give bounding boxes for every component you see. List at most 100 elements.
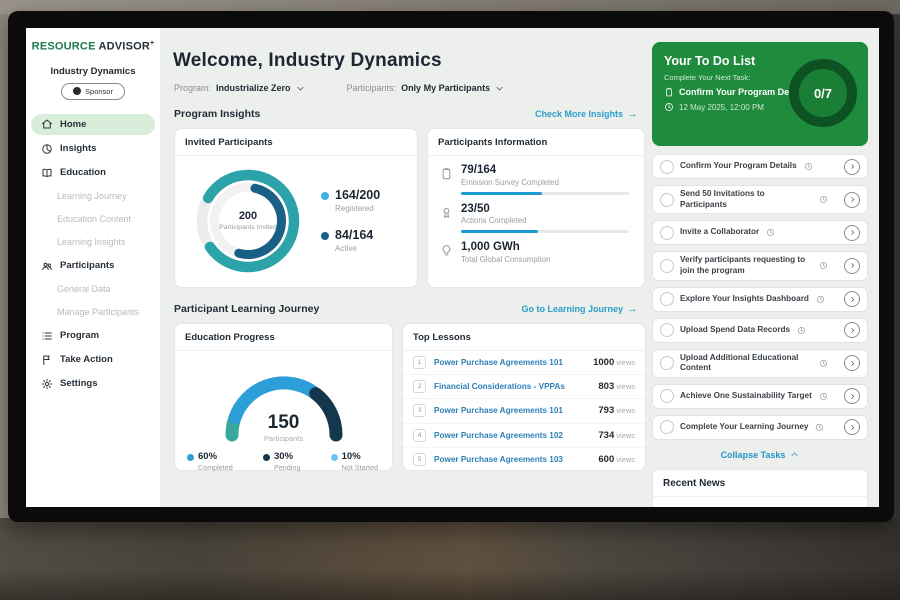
collapse-tasks-label: Collapse Tasks <box>721 450 786 460</box>
recent-news-title: Recent News <box>653 470 867 497</box>
education-legend-item: 10% Not Started <box>331 452 378 472</box>
dashboard-screen: RESOURCE ADVISOR+ Industry Dynamics Spon… <box>26 28 879 507</box>
sidebar-item-program[interactable]: Program <box>26 324 160 348</box>
legend-label: Not Started <box>342 463 378 472</box>
participants-filter-value: Only My Participants <box>401 83 490 93</box>
todo-item[interactable]: Complete Your Learning Journey <box>652 415 868 440</box>
todo-checkbox[interactable] <box>660 193 674 207</box>
lesson-row[interactable]: 5 Power Purchase Agreements 103 600views <box>403 448 645 471</box>
todo-go-button[interactable] <box>844 192 860 208</box>
program-filter-label: Program: <box>174 83 211 93</box>
consumption-icon <box>440 244 453 257</box>
sidebar-item-label: Education Content <box>57 214 131 224</box>
todo-item[interactable]: Verify participants requesting to join t… <box>652 251 868 280</box>
todo-go-button[interactable] <box>844 388 860 404</box>
sidebar-item-education[interactable]: Education <box>26 161 160 185</box>
stat-value: 79/164 <box>461 164 559 177</box>
sidebar-item-insights[interactable]: Insights <box>26 137 160 161</box>
check-more-insights-link[interactable]: Check More Insights → <box>535 109 638 120</box>
sidebar-item-label: Learning Journey <box>57 191 127 201</box>
todo-checkbox[interactable] <box>660 259 674 273</box>
donut-center-label: Participants Invited <box>219 224 277 233</box>
todo-go-button[interactable] <box>844 225 860 241</box>
todo-item-label: Verify participants requesting to join t… <box>680 255 812 276</box>
legend-label: Registered <box>335 204 380 213</box>
sidebar-item-home[interactable]: Home <box>31 114 155 135</box>
todo-checkbox[interactable] <box>660 226 674 240</box>
lesson-link[interactable]: Financial Considerations - VPPAs <box>434 382 590 391</box>
todo-item[interactable]: Confirm Your Program Details <box>652 154 868 179</box>
sidebar-item-participants[interactable]: Participants <box>26 254 160 278</box>
education-progress-title: Education Progress <box>175 324 392 351</box>
lesson-row[interactable]: 1 Power Purchase Agreements 101 1000view… <box>403 351 645 375</box>
sidebar-item-take-action[interactable]: Take Action <box>26 348 160 372</box>
lesson-views: 734 <box>598 430 614 441</box>
todo-item[interactable]: Send 50 Invitations to Participants <box>652 185 868 214</box>
sponsor-badge: Sponsor <box>61 83 125 100</box>
clock-icon <box>766 228 775 237</box>
todo-item[interactable]: Achieve One Sustainability Target <box>652 384 868 409</box>
go-to-learning-journey-label: Go to Learning Journey <box>521 304 623 314</box>
page-title: Welcome, Industry Dynamics <box>173 50 652 72</box>
sidebar-item-label: Education <box>60 167 106 178</box>
program-filter[interactable]: Program: Industrialize Zero <box>174 83 305 93</box>
invited-participants-body: 200 Participants Invited 164/200 Registe… <box>175 156 417 280</box>
todo-checkbox[interactable] <box>660 356 674 370</box>
lesson-link[interactable]: Power Purchase Agreements 101 <box>434 358 585 367</box>
clock-icon <box>819 392 828 401</box>
todo-checkbox[interactable] <box>660 323 674 337</box>
chevron-right-icon <box>849 393 856 400</box>
lesson-link[interactable]: Power Purchase Agreements 102 <box>434 431 590 440</box>
stat-row: 23/50 Actions Completed <box>428 195 644 234</box>
learning-journey-header: Participant Learning Journey Go to Learn… <box>174 303 638 315</box>
gauge-center-label: Participants <box>204 434 364 443</box>
todo-item[interactable]: Invite a Collaborator <box>652 220 868 245</box>
lesson-views-label: views <box>616 455 635 464</box>
insights-cards-row: Invited Participants 200 Participants In… <box>174 128 652 288</box>
participants-filter[interactable]: Participants: Only My Participants <box>347 83 505 93</box>
todo-checkbox[interactable] <box>660 292 674 306</box>
todo-item[interactable]: Explore Your Insights Dashboard <box>652 287 868 312</box>
todo-item-label: Complete Your Learning Journey <box>680 422 808 433</box>
survey-icon <box>440 167 453 180</box>
todo-go-button[interactable] <box>844 258 860 274</box>
sidebar-item-learning-insights[interactable]: Learning Insights <box>26 231 160 254</box>
lesson-row[interactable]: 2 Financial Considerations - VPPAs 803vi… <box>403 375 645 399</box>
sidebar-item-education-content[interactable]: Education Content <box>26 208 160 231</box>
go-to-learning-journey-link[interactable]: Go to Learning Journey → <box>521 304 638 315</box>
background-desk <box>0 518 900 600</box>
stat-label: Total Global Consumption <box>461 255 550 264</box>
todo-item[interactable]: Upload Spend Data Records <box>652 318 868 343</box>
todo-go-button[interactable] <box>844 159 860 175</box>
donut-center: 200 Participants Invited <box>189 162 307 280</box>
clock-icon <box>815 423 824 432</box>
todo-checkbox[interactable] <box>660 160 674 174</box>
legend-dot <box>187 454 194 461</box>
lesson-rank: 5 <box>413 453 426 466</box>
collapse-tasks-link[interactable]: Collapse Tasks <box>652 450 868 460</box>
legend-label: Completed <box>198 463 233 472</box>
todo-item-label: Explore Your Insights Dashboard <box>680 294 809 305</box>
lesson-row[interactable]: 3 Power Purchase Agreements 101 793views <box>403 399 645 423</box>
todo-checkbox[interactable] <box>660 420 674 434</box>
lesson-link[interactable]: Power Purchase Agreements 103 <box>434 455 590 464</box>
sidebar-item-general-data[interactable]: General Data <box>26 278 160 301</box>
todo-checkbox[interactable] <box>660 389 674 403</box>
lesson-link[interactable]: Power Purchase Agreements 101 <box>434 406 590 415</box>
sidebar-item-learning-journey[interactable]: Learning Journey <box>26 185 160 208</box>
todo-item[interactable]: Upload Additional Educational Content <box>652 349 868 378</box>
todo-go-button[interactable] <box>844 355 860 371</box>
sidebar-item-manage-participants[interactable]: Manage Participants <box>26 301 160 324</box>
lesson-rank: 3 <box>413 404 426 417</box>
todo-go-button[interactable] <box>844 291 860 307</box>
legend-dot <box>321 192 329 200</box>
chevron-right-icon <box>849 196 856 203</box>
sidebar-item-label: General Data <box>57 284 111 294</box>
lesson-row[interactable]: 4 Power Purchase Agreements 102 734views <box>403 424 645 448</box>
sidebar-item-settings[interactable]: Settings <box>26 372 160 396</box>
todo-go-button[interactable] <box>844 419 860 435</box>
stat-value: 23/50 <box>461 203 526 216</box>
todo-go-button[interactable] <box>844 322 860 338</box>
lesson-views-label: views <box>616 358 635 367</box>
lesson-views-label: views <box>616 406 635 415</box>
